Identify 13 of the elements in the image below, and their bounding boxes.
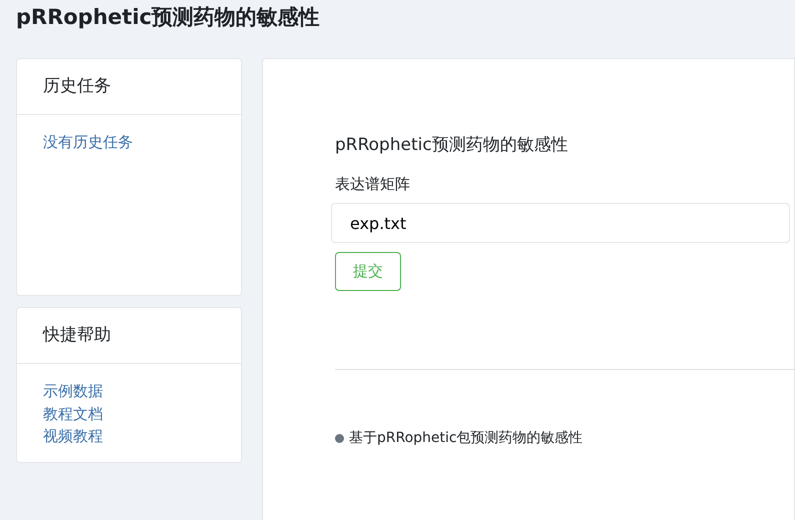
sidebar-link[interactable]: 教程文档 (43, 402, 215, 425)
sidebar-link[interactable]: 视频教程 (43, 425, 215, 448)
bullet-icon (335, 434, 344, 442)
page-title: pRRophetic预测药物的敏感性 (15, 4, 321, 31)
field-label: 表达谱矩阵 (335, 174, 411, 194)
sidebar-link[interactable]: 没有历史任务 (43, 131, 215, 154)
sidebar-link[interactable]: 示例数据 (43, 380, 215, 402)
form-title: pRRophetic预测药物的敏感性 (335, 134, 569, 157)
file-field[interactable]: exp.txt (331, 203, 790, 243)
card-header: 快捷帮助 (17, 308, 241, 364)
submit-button[interactable]: 提交 (335, 252, 401, 290)
note-text: 基于pRRophetic包预测药物的敏感性 (349, 428, 583, 448)
card-header: 历史任务 (17, 59, 241, 115)
